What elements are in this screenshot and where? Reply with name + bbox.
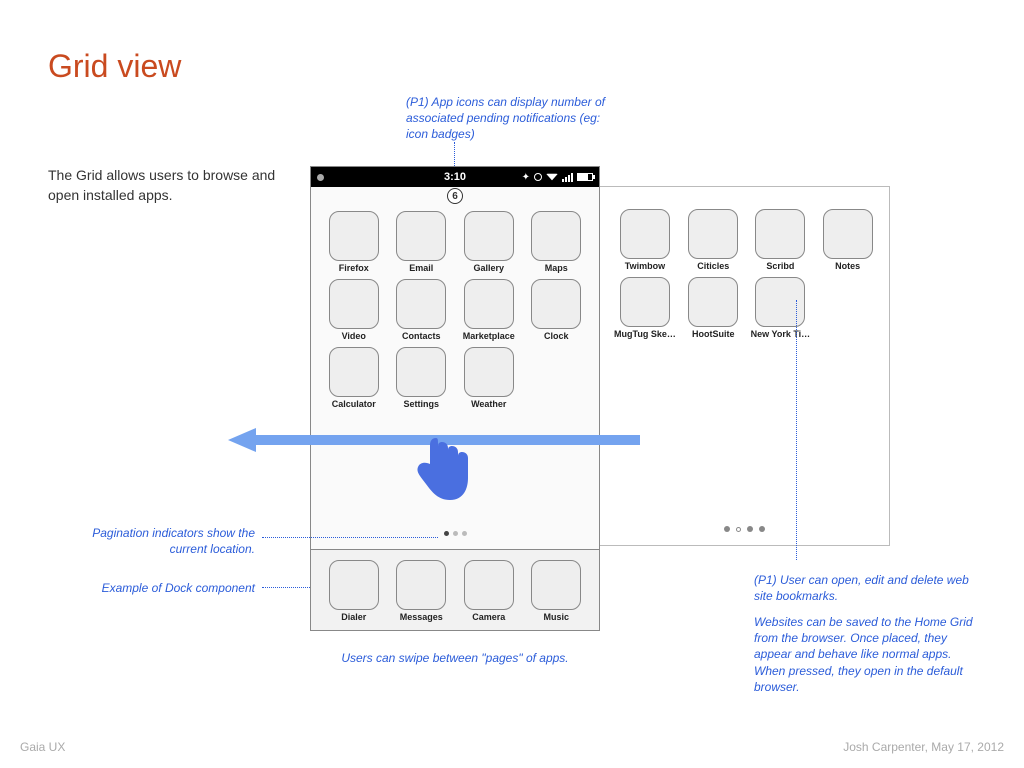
app-icon [464, 347, 514, 397]
app-grid: Firefox Email Gallery Maps Video Contact… [311, 187, 599, 417]
app-label: Twimbow [614, 261, 676, 271]
battery-icon [577, 173, 593, 181]
dock-music[interactable]: Music [528, 560, 586, 622]
app-icon [396, 347, 446, 397]
annotation-badge: (P1) App icons can display number of ass… [406, 94, 616, 143]
phone-mockup: 3:10 6 Firefox Email Gallery Maps Video … [310, 166, 600, 631]
app-label: Citicles [686, 261, 741, 271]
app-label: Maps [528, 263, 586, 273]
app-icon [531, 211, 581, 261]
annotation-bookmarks-1: (P1) User can open, edit and delete web … [754, 572, 984, 604]
app-calculator[interactable]: Calculator [325, 347, 383, 409]
app-scribd[interactable]: Scribd [751, 209, 811, 271]
home-page-2: Twimbow Citicles Scribd Notes MugTug Ske… [600, 186, 890, 546]
annotation-dock: Example of Dock component [85, 580, 255, 596]
app-label: Video [325, 331, 383, 341]
dock-messages[interactable]: Messages [393, 560, 451, 622]
dock: Dialer Messages Camera Music [311, 549, 599, 630]
pagination-indicators [311, 519, 599, 545]
app-label: Camera [460, 612, 518, 622]
app-icon [620, 277, 670, 327]
app-icon [531, 560, 581, 610]
status-icons [522, 172, 593, 183]
app-label: New York Ti… [751, 329, 811, 339]
app-label: Clock [528, 331, 586, 341]
app-label: Contacts [393, 331, 451, 341]
app-label: Weather [460, 399, 518, 409]
app-icon [396, 279, 446, 329]
app-maps[interactable]: Maps [528, 211, 586, 273]
app-label: MugTug Ske… [614, 329, 676, 339]
app-label: Firefox [325, 263, 383, 273]
app-icon [688, 209, 738, 259]
annotation-bookmarks-2: Websites can be saved to the Home Grid f… [754, 614, 984, 695]
app-clock[interactable]: Clock [528, 279, 586, 341]
app-video[interactable]: Video [325, 279, 383, 341]
app-label: Dialer [325, 612, 383, 622]
app-label: Settings [393, 399, 451, 409]
app-icon [688, 277, 738, 327]
carrier-dot-icon [317, 174, 324, 181]
pagination-page2 [600, 519, 889, 537]
app-grid-page2: Twimbow Citicles Scribd Notes MugTug Ske… [600, 187, 889, 347]
app-icon [329, 279, 379, 329]
app-icon [464, 560, 514, 610]
app-label: Gallery [460, 263, 518, 273]
app-icon [755, 277, 805, 327]
app-label: Music [528, 612, 586, 622]
footer-right: Josh Carpenter, May 17, 2012 [843, 740, 1004, 754]
status-bar: 3:10 [311, 167, 599, 187]
app-label: Scribd [751, 261, 811, 271]
bluetooth-icon [522, 172, 530, 183]
app-icon [464, 211, 514, 261]
connector-line [796, 300, 797, 560]
annotation-swipe: Users can swipe between "pages" of apps. [330, 650, 580, 666]
annotation-pagination: Pagination indicators show the current l… [85, 525, 255, 557]
app-icon [531, 279, 581, 329]
app-twimbow[interactable]: Twimbow [614, 209, 676, 271]
footer-left: Gaia UX [20, 740, 65, 754]
app-weather[interactable]: Weather [460, 347, 518, 409]
app-icon [329, 211, 379, 261]
app-icon [329, 347, 379, 397]
app-icon [620, 209, 670, 259]
app-icon [396, 211, 446, 261]
app-icon [396, 560, 446, 610]
app-icon [329, 560, 379, 610]
app-marketplace[interactable]: Marketplace [460, 279, 518, 341]
app-label: Marketplace [460, 331, 518, 341]
app-label: Notes [820, 261, 875, 271]
app-settings[interactable]: Settings [393, 347, 451, 409]
app-label: Calculator [325, 399, 383, 409]
app-firefox[interactable]: Firefox [325, 211, 383, 273]
app-icon [464, 279, 514, 329]
wifi-icon [546, 174, 558, 181]
status-time: 3:10 [444, 171, 466, 183]
app-contacts[interactable]: Contacts [393, 279, 451, 341]
connector-line [262, 537, 438, 538]
app-email[interactable]: Email [393, 211, 451, 273]
dock-dialer[interactable]: Dialer [325, 560, 383, 622]
app-label: Messages [393, 612, 451, 622]
page-subtitle: The Grid allows users to browse and open… [48, 166, 278, 205]
connector-line [262, 587, 310, 588]
app-icon [823, 209, 873, 259]
app-citicles[interactable]: Citicles [686, 209, 741, 271]
data-icon [534, 173, 542, 181]
app-icon [755, 209, 805, 259]
app-mugtug[interactable]: MugTug Ske… [614, 277, 676, 339]
app-label: Email [393, 263, 451, 273]
dock-camera[interactable]: Camera [460, 560, 518, 622]
app-nyt[interactable]: New York Ti… [751, 277, 811, 339]
app-hootsuite[interactable]: HootSuite [686, 277, 741, 339]
app-gallery[interactable]: Gallery [460, 211, 518, 273]
signal-icon [562, 173, 573, 182]
app-label: HootSuite [686, 329, 741, 339]
page-title: Grid view [48, 48, 181, 85]
app-notes[interactable]: Notes [820, 209, 875, 271]
